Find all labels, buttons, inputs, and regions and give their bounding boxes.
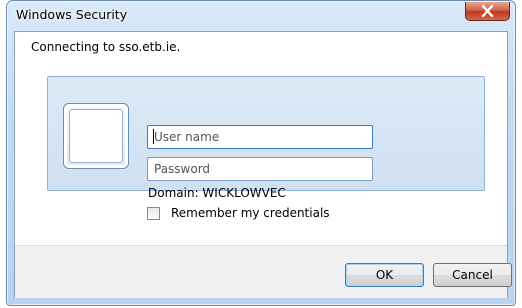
remember-label: Remember my credentials <box>171 206 330 220</box>
cancel-button[interactable]: Cancel <box>433 263 512 287</box>
username-input[interactable] <box>147 125 373 149</box>
dialog-window: Windows Security Connecting to sso.etb.i… <box>6 0 516 306</box>
window-title: Windows Security <box>16 7 128 22</box>
user-tile-frame <box>69 109 123 163</box>
remember-credentials-row[interactable]: Remember my credentials <box>147 204 330 222</box>
ok-button[interactable]: OK <box>345 263 424 287</box>
close-icon <box>481 5 494 17</box>
credential-panel: Domain: WICKLOWVEC Remember my credentia… <box>47 76 485 220</box>
user-tile-icon <box>63 103 129 169</box>
connecting-message: Connecting to sso.etb.ie. <box>31 40 181 54</box>
password-input[interactable] <box>147 157 373 181</box>
text-cursor <box>153 129 154 144</box>
close-button[interactable] <box>465 2 510 21</box>
title-bar[interactable]: Windows Security <box>7 1 515 31</box>
domain-label: Domain: WICKLOWVEC <box>148 186 286 200</box>
remember-checkbox[interactable] <box>147 206 160 220</box>
